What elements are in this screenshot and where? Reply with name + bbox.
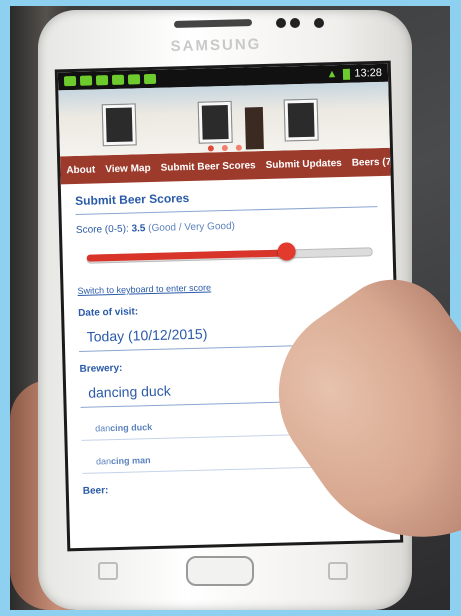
notification-icon	[79, 75, 93, 86]
carousel-dot[interactable]	[236, 144, 243, 151]
tab-submit-updates[interactable]: Submit Updates	[266, 158, 342, 171]
score-slider[interactable]	[86, 238, 373, 269]
menu-key[interactable]	[98, 562, 118, 580]
score-readout: Score (0-5): 3.5 (Good / Very Good)	[76, 217, 378, 236]
status-time: 13:28	[354, 66, 383, 80]
notification-icon	[111, 74, 125, 85]
pub-window-image	[284, 99, 318, 141]
tab-submit-beer-scores[interactable]: Submit Beer Scores	[160, 160, 255, 173]
notification-icon	[63, 75, 77, 87]
home-button[interactable]	[186, 556, 254, 586]
proximity-sensor	[276, 18, 286, 28]
header-photo[interactable]	[58, 81, 390, 157]
score-description: (Good / Very Good)	[148, 220, 236, 235]
score-label: Score (0-5):	[75, 223, 129, 236]
signal-icon: ▲	[326, 68, 338, 81]
pub-window-image	[198, 101, 232, 143]
tab-about[interactable]: About	[66, 164, 95, 176]
section-title: Submit Beer Scores	[75, 186, 378, 215]
suggestion-prefix: dan	[95, 456, 112, 467]
notification-icon	[127, 74, 141, 85]
light-sensor	[290, 18, 300, 28]
carousel-dot[interactable]	[221, 144, 228, 152]
suggestion-rest: cing duck	[110, 422, 153, 434]
notification-icon	[143, 73, 157, 85]
battery-icon	[343, 68, 351, 80]
suggestion-prefix: dan	[95, 423, 111, 434]
back-key[interactable]	[328, 562, 348, 580]
score-value: 3.5	[131, 223, 146, 235]
keyboard-entry-link[interactable]: Switch to keyboard to enter score	[77, 278, 379, 295]
tab-beers[interactable]: Beers (7	[352, 156, 391, 168]
brand-logo: SAMSUNG	[170, 35, 262, 56]
earpiece-speaker	[173, 18, 253, 29]
suggestion-rest: cing man	[110, 455, 151, 467]
tab-view-map[interactable]: View Map	[105, 163, 151, 175]
front-camera	[314, 18, 324, 28]
carousel-dot[interactable]	[207, 145, 214, 152]
notification-icon	[95, 75, 109, 86]
pub-window-image	[102, 104, 136, 146]
